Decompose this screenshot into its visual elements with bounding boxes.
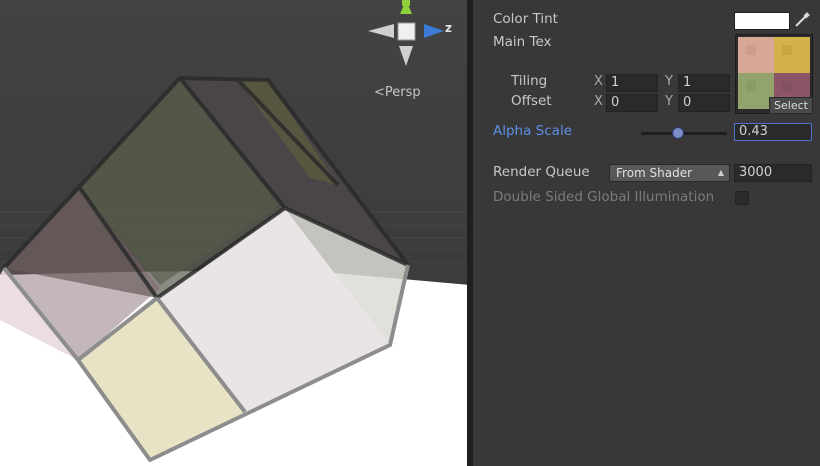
- double-sided-gi-checkbox[interactable]: [735, 191, 749, 205]
- alpha-scale-slider-track[interactable]: [641, 132, 727, 135]
- select-texture-button[interactable]: Select: [769, 97, 813, 114]
- eyedropper-icon[interactable]: [794, 12, 810, 28]
- persp-chevron-icon: <: [374, 85, 385, 100]
- alpha-scale-slider-thumb[interactable]: [671, 127, 684, 139]
- projection-label: Persp: [384, 85, 421, 100]
- offset-label: Offset: [511, 93, 552, 109]
- alpha-scale-label: Alpha Scale: [493, 123, 572, 139]
- double-sided-gi-label: Double Sided Global Illumination: [493, 189, 715, 205]
- offset-y-label: Y: [665, 94, 673, 109]
- tiling-x-field[interactable]: 1: [606, 74, 658, 92]
- gizmo-center-cube: [397, 22, 416, 41]
- dropdown-arrows-icon: ▲: [717, 168, 724, 177]
- offset-x-label: X: [594, 94, 603, 109]
- render-queue-label: Render Queue: [493, 164, 590, 180]
- main-tex-label: Main Tex: [493, 34, 552, 50]
- gizmo-z-label: z: [445, 21, 452, 35]
- projection-toggle[interactable]: <Persp: [374, 85, 421, 100]
- color-tint-swatch[interactable]: [734, 12, 790, 30]
- tiling-y-field[interactable]: 1: [678, 74, 730, 92]
- offset-x-field[interactable]: 0: [606, 94, 658, 112]
- tiling-label: Tiling: [511, 73, 548, 89]
- alpha-scale-field[interactable]: 0.43: [734, 123, 812, 141]
- scene-canvas[interactable]: [0, 0, 470, 466]
- render-queue-dropdown-value: From Shader: [616, 166, 693, 180]
- tiling-x-label: X: [594, 74, 603, 89]
- render-queue-dropdown[interactable]: From Shader ▲: [609, 164, 730, 182]
- color-tint-label: Color Tint: [493, 11, 558, 27]
- tiling-y-label: Y: [665, 74, 673, 89]
- offset-y-field[interactable]: 0: [678, 94, 730, 112]
- render-queue-value-field[interactable]: 3000: [734, 164, 812, 182]
- material-inspector: Color Tint Main Tex Select Tiling X 1 Y …: [473, 0, 820, 466]
- scene-view[interactable]: z <Persp: [0, 0, 470, 466]
